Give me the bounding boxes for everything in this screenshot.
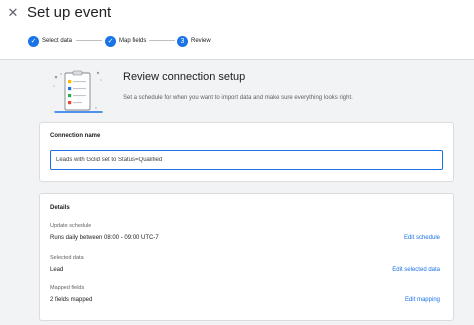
step-label: Map fields <box>119 38 147 44</box>
detail-row-selected-data: Selected data Lead Edit selected data <box>40 255 455 279</box>
connection-name-input[interactable] <box>50 150 443 170</box>
step-connector <box>149 40 175 41</box>
edit-mapping-link[interactable]: Edit mapping <box>405 297 440 303</box>
row-label: Selected data <box>50 255 84 261</box>
stepper: ✓ Select data ✓ Map fields 3 Review <box>0 33 474 49</box>
edit-schedule-link[interactable]: Edit schedule <box>404 235 440 241</box>
connection-name-card: Connection name <box>39 122 454 182</box>
edit-selected-data-link[interactable]: Edit selected data <box>392 267 440 273</box>
check-icon: ✓ <box>28 35 39 47</box>
step-number: 3 <box>177 35 188 47</box>
details-title: Details <box>50 205 70 211</box>
review-header: Review connection setup Set a schedule f… <box>50 68 450 118</box>
step-map-fields[interactable]: ✓ Map fields <box>105 33 146 49</box>
connection-name-label: Connection name <box>50 133 101 139</box>
row-value: Lead <box>50 267 64 273</box>
detail-row-schedule: Update schedule Runs daily between 08:00… <box>40 223 455 247</box>
row-value: 2 fields mapped <box>50 297 93 303</box>
close-icon[interactable]: ✕ <box>6 6 20 20</box>
step-label: Review <box>191 38 211 44</box>
row-label: Update schedule <box>50 223 92 229</box>
page-title: Set up event <box>27 4 112 21</box>
details-card: Details Update schedule Runs daily betwe… <box>39 193 454 321</box>
review-title: Review connection setup <box>123 71 246 83</box>
top-bar: ✕ Set up event ✓ Select data ✓ Map field… <box>0 0 474 60</box>
row-value: Runs daily between 08:00 - 09:00 UTC-7 <box>50 235 159 241</box>
step-review[interactable]: 3 Review <box>177 33 211 49</box>
checklist-clipboard-illustration <box>53 70 103 113</box>
step-select-data[interactable]: ✓ Select data <box>28 33 72 49</box>
detail-row-mapped-fields: Mapped fields 2 fields mapped Edit mappi… <box>40 285 455 309</box>
review-subtitle: Set a schedule for when you want to impo… <box>123 95 353 101</box>
step-label: Select data <box>42 38 73 44</box>
step-connector <box>76 40 102 41</box>
check-icon: ✓ <box>105 35 116 47</box>
row-label: Mapped fields <box>50 285 85 291</box>
